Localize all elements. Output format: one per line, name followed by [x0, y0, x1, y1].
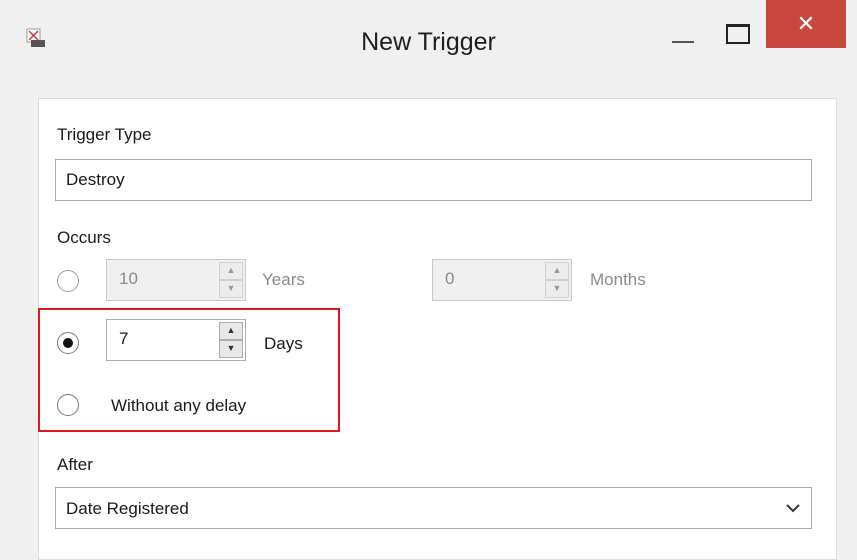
no-delay-radio[interactable] — [57, 394, 79, 416]
spin-up-icon[interactable]: ▲ — [219, 322, 243, 340]
days-radio[interactable] — [57, 332, 79, 354]
years-stepper[interactable]: 10 ▲ ▼ — [106, 259, 246, 301]
spin-down-icon[interactable]: ▼ — [219, 280, 243, 298]
no-delay-label[interactable]: Without any delay — [111, 396, 246, 416]
chevron-down-icon — [786, 504, 800, 513]
years-radio[interactable] — [57, 270, 79, 292]
trigger-type-field[interactable]: Destroy — [55, 159, 812, 201]
after-value: Date Registered — [66, 499, 189, 518]
close-button[interactable]: ✕ — [766, 0, 846, 48]
months-unit-label: Months — [590, 270, 646, 289]
after-label: After — [57, 455, 93, 474]
years-unit-label: Years — [262, 270, 305, 289]
years-value: 10 — [119, 269, 138, 288]
months-value: 0 — [445, 269, 455, 288]
after-select[interactable]: Date Registered — [55, 487, 812, 529]
spin-up-icon[interactable]: ▲ — [219, 262, 243, 280]
months-stepper[interactable]: 0 ▲ ▼ — [432, 259, 572, 301]
minimize-button[interactable] — [668, 22, 698, 52]
spin-up-icon[interactable]: ▲ — [545, 262, 569, 280]
spin-down-icon[interactable]: ▼ — [545, 280, 569, 298]
days-unit-label: Days — [264, 334, 303, 353]
occurs-label: Occurs — [57, 228, 111, 247]
spin-down-icon[interactable]: ▼ — [219, 340, 243, 358]
trigger-type-label: Trigger Type — [57, 125, 152, 144]
title-bar: New Trigger ✕ — [0, 0, 857, 80]
days-stepper[interactable]: 7 ▲ ▼ — [106, 319, 246, 361]
maximize-button[interactable] — [720, 22, 754, 52]
close-icon: ✕ — [796, 11, 816, 36]
days-value: 7 — [119, 329, 129, 348]
